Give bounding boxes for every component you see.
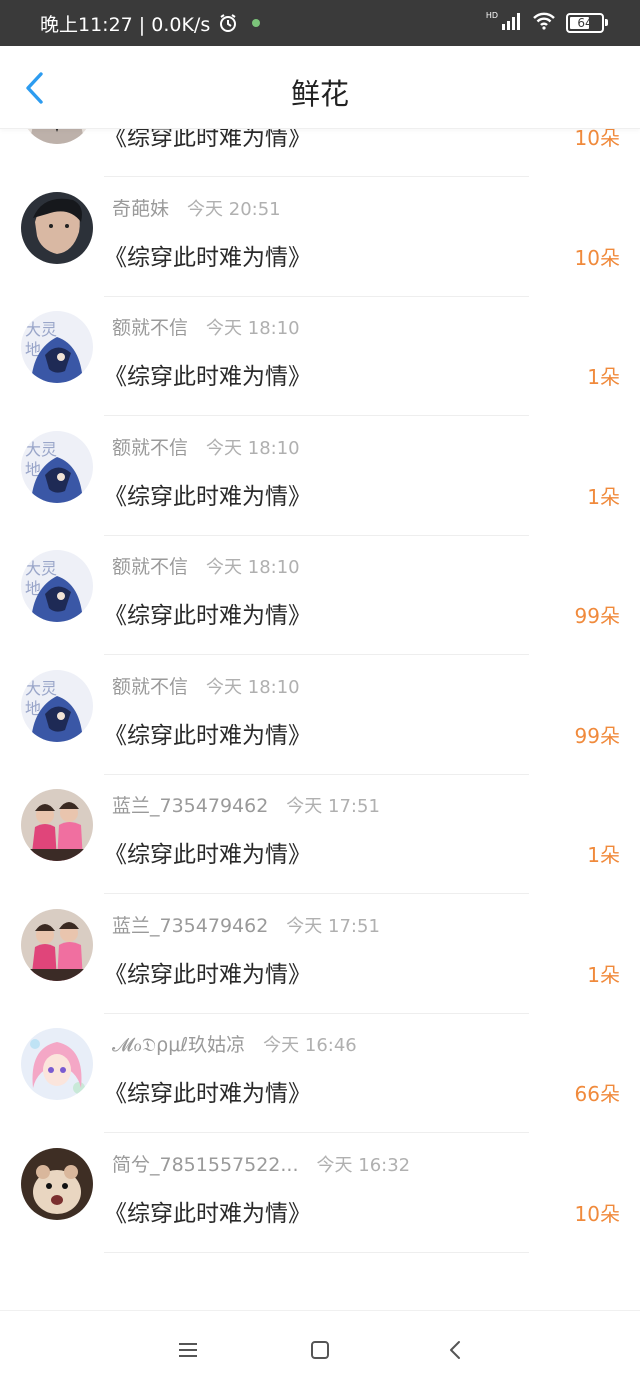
status-right: HD 64: [485, 0, 608, 46]
book-title: 《综穿此时难为情》: [104, 483, 311, 510]
timestamp: 今天 16:46: [263, 1035, 357, 1056]
svg-text:大灵: 大灵: [25, 320, 57, 339]
flower-count: 1朵: [587, 962, 620, 987]
back-triangle-icon: [450, 1341, 460, 1359]
username[interactable]: 蓝兰_735479462: [112, 795, 268, 817]
timestamp: 今天 17:51: [286, 796, 380, 817]
book-title: 《综穿此时难为情》: [104, 961, 311, 988]
avatar-children-icon[interactable]: [21, 789, 93, 861]
list-item[interactable]: 大灵地额就不信 今天 18:10 《综穿此时难为情》 99朵: [0, 516, 640, 635]
timestamp: 今天 18:10: [206, 437, 300, 459]
avatar-blue-hood-icon[interactable]: 大灵地: [21, 550, 93, 622]
svg-text:大灵: 大灵: [25, 440, 57, 459]
timestamp: 今天 17:51: [286, 915, 380, 937]
list-item[interactable]: 奇葩妹 今天 20:51 《综穿此时难为情》 10朵: [0, 158, 640, 277]
avatar-man-portrait-icon[interactable]: [21, 191, 93, 264]
book-title: 《综穿此时难为情》: [104, 1081, 311, 1107]
avatar-blue-hood-icon[interactable]: 大灵地: [21, 430, 93, 503]
timestamp: 今天 16:32: [316, 1154, 411, 1176]
hd-label: HD: [485, 10, 498, 20]
username[interactable]: 额就不信: [112, 556, 188, 578]
flower-count: 66朵: [574, 1082, 620, 1106]
page-title: 鲜花: [290, 77, 349, 111]
list-item[interactable]: 大灵地额就不信 今天 18:10 《综穿此时难为情》 1朵: [0, 397, 640, 516]
avatar-anime-girl-icon[interactable]: [21, 1028, 93, 1100]
flower-count: 99朵: [574, 723, 620, 748]
book-title: 《综穿此时难为情》: [104, 722, 311, 749]
username[interactable]: 额就不信: [112, 437, 188, 459]
status-time-speed: 晚上11:27 | 0.0K/s: [40, 13, 211, 36]
flower-count: 1朵: [587, 365, 620, 389]
list-item[interactable]: 𝓜ℴ𝔇ρμℓ玖姑凉 今天 16:46 《综穿此时难为情》 66朵: [0, 994, 640, 1113]
item-meta: 额就不信 今天 18:10: [112, 672, 300, 699]
list-item[interactable]: 大灵地额就不信 今天 18:10 《综穿此时难为情》 1朵: [0, 277, 640, 396]
avatar-blue-hood-icon[interactable]: 大灵地: [21, 669, 93, 742]
book-title: 《综穿此时难为情》: [104, 842, 311, 868]
item-meta: 额就不信 今天 18:10: [112, 313, 300, 340]
timestamp: 今天 18:10: [206, 318, 300, 339]
flower-count: 99朵: [574, 604, 620, 628]
menu-icon: [179, 1343, 197, 1357]
battery-level-text: 64: [577, 16, 593, 30]
avatar-hamster-icon[interactable]: [21, 1147, 93, 1220]
username[interactable]: 𝓜ℴ𝔇ρμℓ玖姑凉: [112, 1034, 245, 1056]
svg-text:大灵: 大灵: [25, 559, 57, 578]
book-title: 《综穿此时难为情》: [104, 603, 311, 629]
avatar-blue-hood-icon[interactable]: 大灵地: [21, 311, 93, 383]
list-item[interactable]: 简兮_7851557522... 今天 16:32 《综穿此时难为情》 10朵: [0, 1114, 640, 1233]
username[interactable]: 额就不信: [112, 317, 188, 339]
flower-count: 1朵: [587, 843, 620, 867]
flower-count: 10朵: [574, 1201, 620, 1226]
system-nav-bar: [0, 1310, 640, 1388]
item-meta: 蓝兰_735479462 今天 17:51: [112, 791, 380, 818]
item-meta: 奇葩妹 今天 20:51: [112, 194, 281, 221]
menu-button[interactable]: [173, 1335, 203, 1365]
username[interactable]: 奇葩妹: [112, 198, 169, 220]
status-bar: 晚上11:27 | 0.0K/s HD 64: [0, 0, 640, 46]
username[interactable]: 简兮_7851557522...: [112, 1154, 299, 1176]
row-divider: [104, 1251, 529, 1253]
flower-count: 1朵: [587, 484, 620, 509]
battery-icon: 64: [566, 13, 608, 33]
item-meta: 简兮_7851557522... 今天 16:32: [112, 1150, 410, 1177]
home-square-icon: [311, 1341, 329, 1359]
nav-back-button[interactable]: [440, 1335, 470, 1365]
svg-text:大灵: 大灵: [25, 679, 57, 698]
item-meta: 额就不信 今天 18:10: [112, 433, 300, 460]
notification-dot-icon: [252, 19, 261, 27]
username[interactable]: 额就不信: [112, 676, 188, 698]
avatar-children-icon[interactable]: [21, 908, 93, 981]
home-button[interactable]: [305, 1335, 335, 1365]
timestamp: 今天 20:51: [187, 198, 281, 220]
wifi-icon: [532, 12, 556, 34]
list-item[interactable]: 蓝兰_735479462 今天 17:51 《综穿此时难为情》 1朵: [0, 875, 640, 994]
flower-record-list[interactable]: 嫣凉然今天 22:39《综穿此时难为情》10朵奇葩妹今天 20:51《综穿此时难…: [0, 82, 640, 1310]
item-meta: 𝓜ℴ𝔇ρμℓ玖姑凉 今天 16:46: [112, 1030, 357, 1057]
list-item[interactable]: 蓝兰_735479462 今天 17:51 《综穿此时难为情》 1朵: [0, 755, 640, 874]
book-title: 《综穿此时难为情》: [104, 1200, 311, 1227]
flower-count: 10朵: [574, 245, 620, 270]
book-title: 《综穿此时难为情》: [104, 244, 311, 271]
status-left: 晚上11:27 | 0.0K/s: [40, 0, 261, 46]
list-item[interactable]: 大灵地额就不信 今天 18:10 《综穿此时难为情》 99朵: [0, 636, 640, 755]
page-header: 鲜花: [0, 46, 640, 129]
timestamp: 今天 18:10: [206, 557, 300, 578]
signal-icon: [502, 12, 522, 34]
alarm-clock-icon: [218, 13, 238, 33]
book-title: 《综穿此时难为情》: [104, 364, 311, 390]
username[interactable]: 蓝兰_735479462: [112, 915, 268, 937]
battery-nub: [605, 19, 608, 26]
item-meta: 蓝兰_735479462 今天 17:51: [112, 911, 380, 938]
item-meta: 额就不信 今天 18:10: [112, 552, 300, 579]
timestamp: 今天 18:10: [206, 676, 300, 698]
